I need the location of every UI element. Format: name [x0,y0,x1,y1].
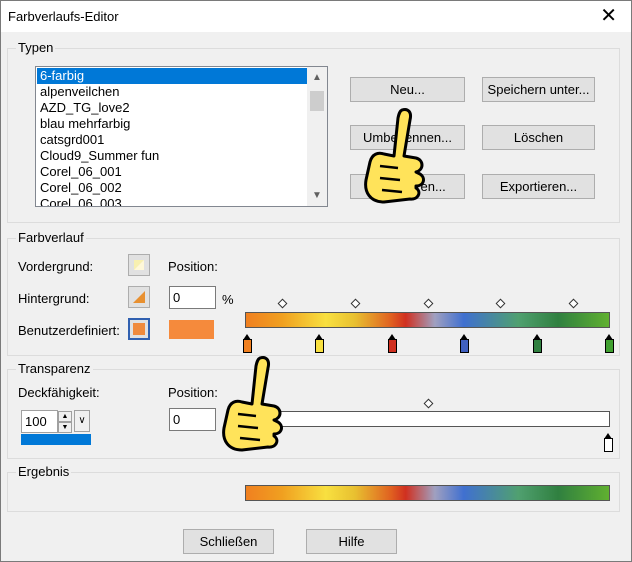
gradient-stop[interactable] [460,334,469,353]
transparency-position-label: Position: [168,385,218,400]
result-group-label: Ergebnis [16,464,72,479]
list-item[interactable]: Corel_06_002 [37,180,307,196]
dialog-title: Farbverlaufs-Editor [8,9,119,24]
gradient-preview-bar[interactable] [245,312,610,328]
result-preview-bar [245,485,610,501]
gradient-types-list[interactable]: 6-farbig alpenveilchen AZD_TG_love2 blau me… [35,66,328,207]
gradient-position-input[interactable]: 0 [169,286,216,309]
opacity-input[interactable]: 100 [21,410,58,433]
gradient-stop[interactable] [388,334,397,353]
types-group-label: Typen [16,40,56,55]
scroll-up-icon[interactable]: ▲ [307,69,327,86]
list-item[interactable]: Corel_06_003 [37,196,307,206]
custom-label: Benutzerdefiniert: [18,323,120,338]
gradient-stop[interactable] [605,334,614,353]
gradient-stop[interactable] [315,334,324,353]
list-item[interactable]: 6-farbig [37,68,307,84]
background-label: Hintergrund: [18,291,90,306]
background-swatch-icon [133,291,145,303]
gradient-group [7,238,620,356]
transparency-position-input[interactable]: 0 [169,408,216,431]
export-button[interactable]: Exportieren... [482,174,595,199]
close-icon[interactable]: ✕ [600,5,617,25]
custom-color-preview[interactable] [169,320,214,339]
scroll-thumb[interactable] [310,91,324,111]
background-swatch-button[interactable] [128,286,150,308]
delete-button[interactable]: Löschen [482,125,595,150]
foreground-swatch-button[interactable] [128,254,150,276]
transparency-stop[interactable] [604,433,613,452]
transparency-preview-bar[interactable] [245,411,610,427]
help-button[interactable]: Hilfe [306,529,397,554]
opacity-dropdown-icon[interactable]: ∨ [74,410,90,432]
title-bar: Farbverlaufs-Editor ✕ [1,1,631,32]
custom-swatch-icon [133,323,145,335]
list-item[interactable]: Cloud9_Summer fun [37,148,307,164]
foreground-label: Vordergrund: [18,259,94,274]
list-item[interactable]: AZD_TG_love2 [37,100,307,116]
list-item[interactable]: blau mehrfarbig [37,116,307,132]
opacity-slider[interactable] [21,434,91,445]
hand-pointer-icon [364,108,425,204]
spin-down-icon[interactable]: ▼ [58,422,72,433]
foreground-swatch-icon [134,260,144,270]
gradient-stop[interactable] [243,334,252,353]
opacity-spinner[interactable]: ▲ ▼ [58,411,72,433]
close-button[interactable]: Schließen [183,529,274,554]
scroll-down-icon[interactable]: ▼ [307,187,327,204]
percent-label: % [222,292,234,307]
custom-swatch-button[interactable] [128,318,150,340]
list-scrollbar[interactable]: ▲ ▼ [307,67,327,206]
gradient-stop[interactable] [533,334,542,353]
transparency-group-label: Transparenz [16,361,93,376]
hand-pointer-icon-2 [222,356,283,452]
list-item[interactable]: alpenveilchen [37,84,307,100]
save-as-button[interactable]: Speichern unter... [482,77,595,102]
list-item[interactable]: catsgrd001 [37,132,307,148]
gradient-group-label: Farbverlauf [16,230,86,245]
list-items: 6-farbig alpenveilchen AZD_TG_love2 blau me… [37,68,307,206]
list-item[interactable]: Corel_06_001 [37,164,307,180]
position-label: Position: [168,259,218,274]
spin-up-icon[interactable]: ▲ [58,411,72,422]
new-button[interactable]: Neu... [350,77,465,102]
opacity-label: Deckfähigkeit: [18,385,100,400]
